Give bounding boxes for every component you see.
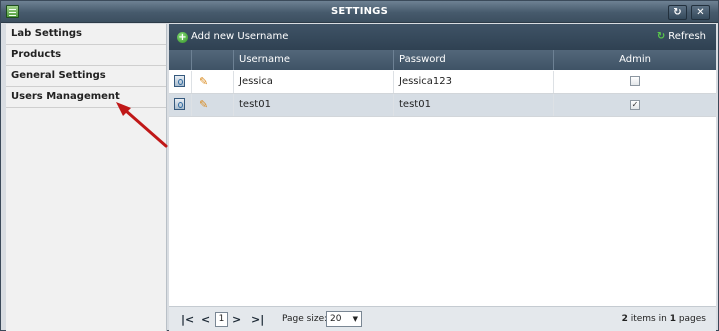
header-username[interactable]: Username — [233, 50, 393, 70]
prev-page-icon[interactable]: < — [201, 313, 210, 326]
items-info: 2 items in 1 pages — [622, 314, 706, 324]
header-admin[interactable]: Admin — [553, 50, 716, 70]
dropdown-arrow-icon: ▼ — [352, 315, 358, 323]
cell-password: test01 — [393, 94, 553, 116]
cell-username: Jessica — [233, 71, 393, 93]
table-row[interactable]: ✎ Jessica Jessica123 — [169, 71, 716, 94]
items-count: 2 — [621, 314, 628, 324]
admin-checkbox[interactable] — [630, 76, 640, 86]
page-size-select[interactable]: 20 ▼ — [326, 311, 362, 327]
sidebar-item-lab-settings[interactable]: Lab Settings — [6, 24, 166, 45]
pages-count: 1 — [669, 314, 676, 324]
cell-admin — [553, 71, 716, 93]
admin-checkbox[interactable]: ✓ — [630, 100, 640, 110]
page-size-label: Page size: — [282, 314, 328, 324]
window-refresh-button[interactable]: ↻ — [668, 5, 687, 20]
delete-button[interactable] — [169, 71, 191, 93]
cell-password: Jessica123 — [393, 71, 553, 93]
page-size-value: 20 — [330, 314, 342, 324]
first-page-icon[interactable]: |< — [181, 313, 194, 326]
title-bar: SETTINGS ↻ ✕ — [1, 1, 718, 23]
delete-button[interactable] — [169, 94, 191, 116]
add-username-button[interactable]: + Add new Username — [177, 31, 288, 43]
delete-icon — [174, 75, 185, 87]
refresh-label: Refresh — [668, 31, 706, 42]
cell-admin: ✓ — [553, 94, 716, 116]
header-delete-column — [169, 50, 191, 70]
next-page-icon[interactable]: > — [232, 313, 241, 326]
grid-header: Username Password Admin — [169, 50, 716, 70]
edit-icon: ✎ — [199, 75, 209, 88]
last-page-icon[interactable]: >| — [251, 313, 264, 326]
close-icon: ✕ — [696, 7, 705, 18]
settings-sidebar: Lab Settings Products General Settings U… — [6, 24, 167, 331]
items-text: items in — [630, 314, 667, 324]
refresh-button[interactable]: ↻ Refresh — [657, 31, 706, 42]
users-grid: + Add new Username ↻ Refresh Username Pass… — [169, 24, 716, 331]
refresh-icon: ↻ — [656, 31, 666, 42]
delete-icon — [174, 98, 185, 110]
add-icon: + — [177, 32, 188, 43]
cell-username: test01 — [233, 94, 393, 116]
grid-toolbar: + Add new Username ↻ Refresh — [169, 24, 716, 50]
header-password[interactable]: Password — [393, 50, 553, 70]
sidebar-item-products[interactable]: Products — [6, 45, 166, 66]
refresh-icon: ↻ — [673, 7, 682, 18]
window-title: SETTINGS — [330, 6, 388, 17]
sidebar-item-users-management[interactable]: Users Management — [6, 87, 166, 108]
edit-button[interactable]: ✎ — [191, 94, 233, 116]
add-username-label: Add new Username — [191, 31, 289, 42]
table-row[interactable]: ✎ test01 test01 ✓ — [169, 94, 716, 117]
header-edit-column — [191, 50, 233, 70]
sidebar-item-general-settings[interactable]: General Settings — [6, 66, 166, 87]
pages-text: pages — [678, 314, 706, 324]
settings-window: SETTINGS ↻ ✕ Lab Settings Products Gener… — [0, 0, 719, 331]
edit-button[interactable]: ✎ — [191, 71, 233, 93]
current-page-number[interactable]: 1 — [215, 312, 228, 327]
grid-pager: |< < 1 > >| Page size: 20 ▼ 2 items in 1… — [169, 306, 716, 331]
window-close-button[interactable]: ✕ — [691, 5, 710, 20]
edit-icon: ✎ — [199, 98, 209, 111]
